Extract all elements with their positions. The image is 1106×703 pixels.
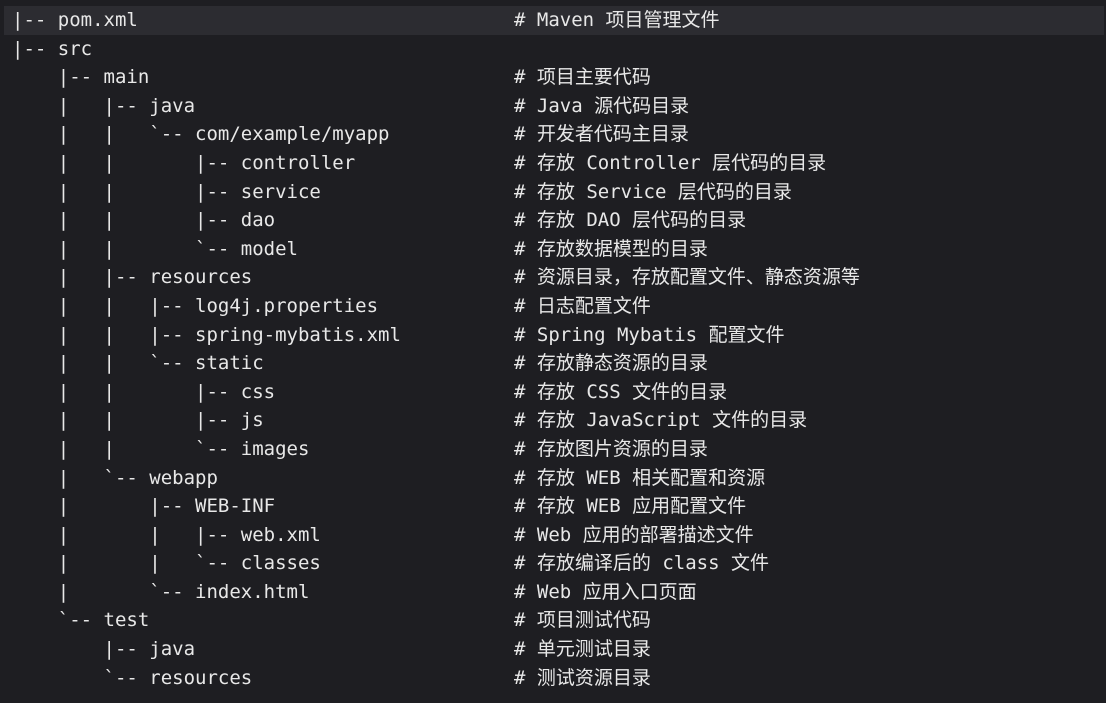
tree-text: | | |-- dao [12,209,276,232]
comment-text: # Java 源代码目录 [514,94,690,117]
tree-text: | | |-- log4j.properties [12,294,379,317]
tree-text: |-- java [12,638,196,661]
code-line: `-- test # 项目测试代码 [0,606,1106,635]
comment-text: # 存放静态资源的目录 [514,352,708,375]
tree-text: | | |-- spring-mybatis.xml [12,323,401,346]
code-line: | | |-- spring-mybatis.xml # Spring Mybat… [0,321,1106,350]
code-line: | | `-- model # 存放数据模型的目录 [0,235,1106,264]
comment-text: # 存放数据模型的目录 [514,237,708,260]
tree-text: | | |-- web.xml [12,523,321,546]
code-line: | | |-- controller # 存放 Controller 层代码的目录 [0,149,1106,178]
code-line: | |-- resources # 资源目录，存放配置文件、静态资源等 [0,263,1106,292]
code-line: | | |-- dao # 存放 DAO 层代码的目录 [0,206,1106,235]
comment-text: # 测试资源目录 [514,666,651,689]
code-line: | `-- index.html # Web 应用入口页面 [0,578,1106,607]
code-line: | | |-- web.xml # Web 应用的部署描述文件 [0,521,1106,550]
comment-text: # 存放 WEB 相关配置和资源 [514,466,766,489]
code-line: |-- java # 单元测试目录 [0,635,1106,664]
tree-text: | | |-- css [12,380,276,403]
tree-text: | `-- index.html [12,580,310,603]
tree-text: | |-- resources [12,266,253,289]
comment-text: # 存放 JavaScript 文件的目录 [514,409,808,432]
code-line: | | |-- log4j.properties # 日志配置文件 [0,292,1106,321]
tree-text: | | |-- controller [12,151,356,174]
comment-text: # Web 应用的部署描述文件 [514,523,754,546]
comment-text: # 项目测试代码 [514,609,651,632]
comment-text: # Spring Mybatis 配置文件 [514,323,785,346]
code-line: | `-- webapp # 存放 WEB 相关配置和资源 [0,464,1106,493]
comment-text: # 开发者代码主目录 [514,123,689,146]
code-line: | |-- WEB-INF # 存放 WEB 应用配置文件 [0,492,1106,521]
tree-text: | | `-- classes [12,552,321,575]
tree-text: | |-- java [12,94,196,117]
code-line: |-- src [0,35,1106,64]
tree-text: | | `-- static [12,352,264,375]
comment-text: # 存放 Service 层代码的目录 [514,180,792,203]
comment-text: # 存放 Controller 层代码的目录 [514,151,827,174]
comment-text: # 存放图片资源的目录 [514,437,708,460]
code-line: | | `-- images # 存放图片资源的目录 [0,435,1106,464]
tree-text: `-- resources [12,666,253,689]
code-line: |-- main # 项目主要代码 [0,63,1106,92]
code-line: | | |-- css # 存放 CSS 文件的目录 [0,378,1106,407]
comment-text: # Maven 项目管理文件 [514,9,720,31]
code-line: | | `-- static # 存放静态资源的目录 [0,349,1106,378]
code-line: |-- pom.xml # Maven 项目管理文件 [4,6,1104,35]
tree-text: `-- test [12,609,150,632]
comment-text: # 存放 CSS 文件的目录 [514,380,728,403]
comment-text: # 资源目录，存放配置文件、静态资源等 [514,266,860,289]
tree-text: | | `-- com/example/myapp [12,123,390,146]
code-block: |-- pom.xml # Maven 项目管理文件 |-- src |-- ma… [0,6,1106,692]
tree-text: | | `-- images [12,437,310,460]
code-line: | | `-- classes # 存放编译后的 class 文件 [0,549,1106,578]
comment-text: # 存放 DAO 层代码的目录 [514,209,747,232]
code-line: | | |-- service # 存放 Service 层代码的目录 [0,178,1106,207]
tree-text: | |-- WEB-INF [12,495,276,518]
tree-text: |-- main [12,66,150,89]
tree-text: | | |-- js [12,409,264,432]
tree-text: | | |-- service [12,180,321,203]
code-line: | | `-- com/example/myapp # 开发者代码主目录 [0,120,1106,149]
comment-text: # 日志配置文件 [514,294,651,317]
comment-text: # 项目主要代码 [514,66,651,89]
code-line: | | |-- js # 存放 JavaScript 文件的目录 [0,406,1106,435]
tree-text: |-- pom.xml [12,9,138,31]
tree-text: | `-- webapp [12,466,218,489]
comment-text: # Web 应用入口页面 [514,580,697,603]
comment-text: # 存放 WEB 应用配置文件 [514,495,747,518]
code-line: | |-- java # Java 源代码目录 [0,92,1106,121]
tree-text: | | `-- model [12,237,298,260]
comment-text: # 存放编译后的 class 文件 [514,552,769,575]
code-line: `-- resources # 测试资源目录 [0,664,1106,693]
comment-text: # 单元测试目录 [514,638,651,661]
tree-text: |-- src [12,37,93,60]
